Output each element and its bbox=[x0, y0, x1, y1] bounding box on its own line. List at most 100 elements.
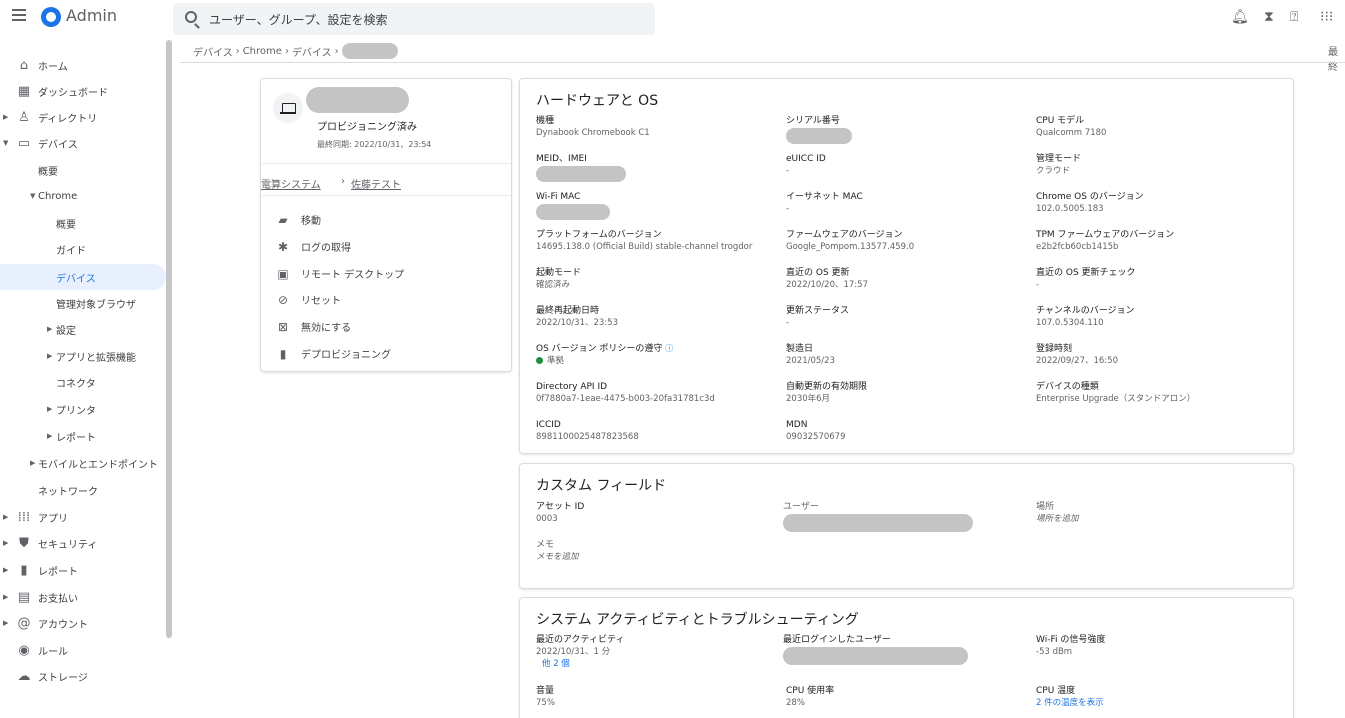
remote-desktop-action[interactable]: ▣ リモート デスクトップ bbox=[275, 266, 404, 282]
field-recent-activity: 最近のアクティビティ 2022/10/31、1 分 他 2 個 bbox=[536, 634, 776, 670]
sidebar-item-chrome-devices[interactable]: デバイス bbox=[0, 264, 166, 290]
apps-grid-icon[interactable]: ⁝⁝⁝ bbox=[1320, 10, 1333, 24]
search-icon bbox=[185, 11, 197, 23]
field-model: 機種 Dynabook Chromebook C1 bbox=[536, 116, 650, 138]
system-activity-card: システム アクティビティとトラブルシューティング 最近のアクティビティ 2022… bbox=[519, 597, 1294, 718]
sidebar-item-guide[interactable]: ガイド bbox=[0, 236, 166, 262]
help-icon[interactable]: ⍰ bbox=[1290, 10, 1298, 24]
sidebar-item-chrome-reports[interactable]: ▶ レポート bbox=[0, 423, 166, 449]
cloud-icon: ☁ bbox=[17, 668, 31, 684]
sidebar-item-settings[interactable]: ▶ 設定 bbox=[0, 316, 166, 342]
breadcrumb-devices[interactable]: デバイス bbox=[193, 44, 233, 59]
menu-icon[interactable] bbox=[12, 9, 26, 23]
field-chrome-os-version: Chrome OS のバージョン 102.0.5005.183 bbox=[1036, 192, 1144, 214]
breadcrumb-chrome-devices[interactable]: デバイス bbox=[292, 44, 332, 59]
sidebar-item-storage[interactable]: ☁ ストレージ bbox=[0, 663, 166, 689]
help-circle-icon[interactable]: ⓘ bbox=[665, 344, 673, 353]
field-recent-user: 最近ログインしたユーザー bbox=[783, 634, 1023, 669]
search-input[interactable]: ユーザー、グループ、設定を検索 bbox=[173, 3, 655, 35]
hardware-os-card: ハードウェアと OS 機種 Dynabook Chromebook C1 シリア… bbox=[519, 78, 1294, 454]
hardware-os-title: ハードウェアと OS bbox=[536, 93, 659, 109]
sidebar-item-printers[interactable]: ▶ プリンタ bbox=[0, 396, 166, 422]
breadcrumb-chrome[interactable]: Chrome bbox=[243, 46, 282, 57]
sidebar-item-mobile-endpoints[interactable]: ▶ モバイルとエンドポイント bbox=[0, 450, 166, 476]
at-icon: @ bbox=[17, 615, 31, 631]
field-user[interactable]: ユーザー bbox=[783, 501, 1023, 536]
caret-right-icon: ▶ bbox=[3, 593, 9, 601]
breadcrumb-device-redacted bbox=[341, 43, 398, 59]
admin-logo-icon[interactable] bbox=[41, 7, 61, 27]
field-notes[interactable]: メモ メモを追加 bbox=[536, 539, 776, 563]
sidebar-item-devices[interactable]: ▼ ▭ デバイス bbox=[0, 130, 166, 156]
disable-action[interactable]: ⊠ 無効にする bbox=[275, 319, 351, 335]
app-title[interactable]: Admin bbox=[66, 6, 117, 25]
sidebar-item-devices-overview[interactable]: 概要 bbox=[0, 157, 166, 183]
show-temperatures-link[interactable]: 2 件の温度を表示 bbox=[1036, 697, 1276, 709]
field-iccid: ICCID 8981100025487823568 bbox=[536, 420, 639, 442]
sidebar-item-directory[interactable]: ▶ ♙ ディレクトリ bbox=[0, 104, 166, 130]
caret-right-icon: ▶ bbox=[47, 405, 53, 413]
hourglass-icon[interactable]: ⧗ bbox=[1264, 10, 1274, 24]
field-location[interactable]: 場所 場所を追加 bbox=[1036, 501, 1276, 525]
wifi-mac-redacted bbox=[536, 204, 610, 220]
get-logs-action[interactable]: ✱ ログの取得 bbox=[275, 239, 351, 255]
field-device-type: デバイスの種類 Enterprise Upgrade（スタンドアロン） bbox=[1036, 382, 1196, 404]
sidebar-item-billing[interactable]: ▶ ▤ お支払い bbox=[0, 584, 166, 610]
breadcrumb-right-text: 最終 bbox=[1328, 47, 1338, 73]
sidebar-item-reports[interactable]: ▶ ▮ レポート bbox=[0, 557, 166, 583]
status-ok-icon bbox=[536, 357, 543, 364]
sidebar-item-chrome[interactable]: ▼ Chrome bbox=[0, 183, 166, 209]
field-auto-update-expiration: 自動更新の有効期限 2030年6月 bbox=[786, 382, 868, 404]
field-channel-version: チャンネルのバージョン 107.0.5304.110 bbox=[1036, 306, 1135, 328]
sidebar-item-rules[interactable]: ◉ ルール bbox=[0, 637, 166, 663]
bell-icon[interactable]: 🔔︎ bbox=[1231, 10, 1249, 24]
field-platform-version: プラットフォームのバージョン 14695.138.0 (Official Bui… bbox=[536, 230, 753, 252]
show-more-link[interactable]: 他 2 個 bbox=[542, 658, 776, 670]
org-unit-link[interactable]: 佐藤テスト bbox=[351, 176, 401, 191]
divider bbox=[261, 195, 511, 196]
sidebar-item-security[interactable]: ▶ ⛊ セキュリティ bbox=[0, 530, 166, 556]
serial-redacted bbox=[786, 128, 852, 144]
disable-icon: ⊠ bbox=[277, 319, 289, 334]
shield-icon: ⛊ bbox=[19, 535, 29, 551]
caret-right-icon: ▶ bbox=[3, 619, 9, 627]
sidebar-item-account[interactable]: ▶ @ アカウント bbox=[0, 610, 166, 636]
field-manufacture-date: 製造日 2021/05/23 bbox=[786, 344, 835, 366]
caret-down-icon: ▼ bbox=[3, 139, 9, 147]
caret-right-icon: ▶ bbox=[47, 432, 53, 440]
field-enrollment-time: 登録時刻 2022/09/27、16:50 bbox=[1036, 344, 1118, 366]
devices-icon: ▭ bbox=[17, 135, 31, 151]
last-sync-time: 最終同期: 2022/10/31、23:54 bbox=[317, 140, 432, 149]
sidebar-item-apps[interactable]: ▶ ⁞⁞⁞ アプリ bbox=[0, 504, 166, 530]
org-unit-link[interactable]: 電算システム bbox=[261, 176, 321, 191]
billing-icon: ▤ bbox=[17, 589, 31, 605]
sidebar-item-connectors[interactable]: コネクタ bbox=[0, 369, 166, 395]
sidebar-item-chrome-overview[interactable]: 概要 bbox=[0, 210, 166, 236]
laptop-icon bbox=[273, 93, 303, 123]
breadcrumb-divider bbox=[180, 62, 1345, 63]
trash-icon: ▮ bbox=[279, 346, 287, 361]
sidebar-item-network[interactable]: ネットワーク bbox=[0, 477, 166, 503]
caret-right-icon: ▶ bbox=[3, 539, 9, 547]
move-folder-icon: ▰ bbox=[278, 212, 288, 227]
field-ethernet-mac: イーサネット MAC - bbox=[786, 192, 863, 214]
deprovision-action[interactable]: ▮ デプロビジョニング bbox=[275, 346, 391, 362]
field-cpu-temperature: CPU 温度 2 件の温度を表示 bbox=[1036, 685, 1276, 709]
field-wifi-mac: Wi-Fi MAC bbox=[536, 191, 776, 224]
field-asset-id[interactable]: アセット ID 0003 bbox=[536, 501, 776, 525]
field-management-mode: 管理モード クラウド bbox=[1036, 154, 1082, 176]
sidebar-item-apps-extensions[interactable]: ▶ アプリと拡張機能 bbox=[0, 343, 166, 369]
search-placeholder: ユーザー、グループ、設定を検索 bbox=[209, 13, 388, 27]
sidebar-item-home[interactable]: ⌂ ホーム bbox=[0, 52, 166, 78]
user-redacted bbox=[783, 514, 973, 532]
bug-icon: ✱ bbox=[277, 239, 289, 254]
sidebar-item-managed-browsers[interactable]: 管理対象ブラウザ bbox=[0, 290, 166, 316]
system-activity-title: システム アクティビティとトラブルシューティング bbox=[536, 612, 859, 628]
sidebar-item-dashboard[interactable]: ▦ ダッシュボード bbox=[0, 78, 166, 104]
move-action[interactable]: ▰ 移動 bbox=[275, 212, 321, 228]
sidebar-scrollbar[interactable] bbox=[166, 40, 172, 638]
caret-right-icon: ▶ bbox=[47, 325, 53, 333]
reset-action[interactable]: ⊘ リセット bbox=[275, 292, 341, 308]
device-summary-card: プロビジョニング済み 最終同期: 2022/10/31、23:54 電算システム… bbox=[260, 78, 512, 372]
field-meid-imei: MEID、IMEI bbox=[536, 153, 776, 186]
